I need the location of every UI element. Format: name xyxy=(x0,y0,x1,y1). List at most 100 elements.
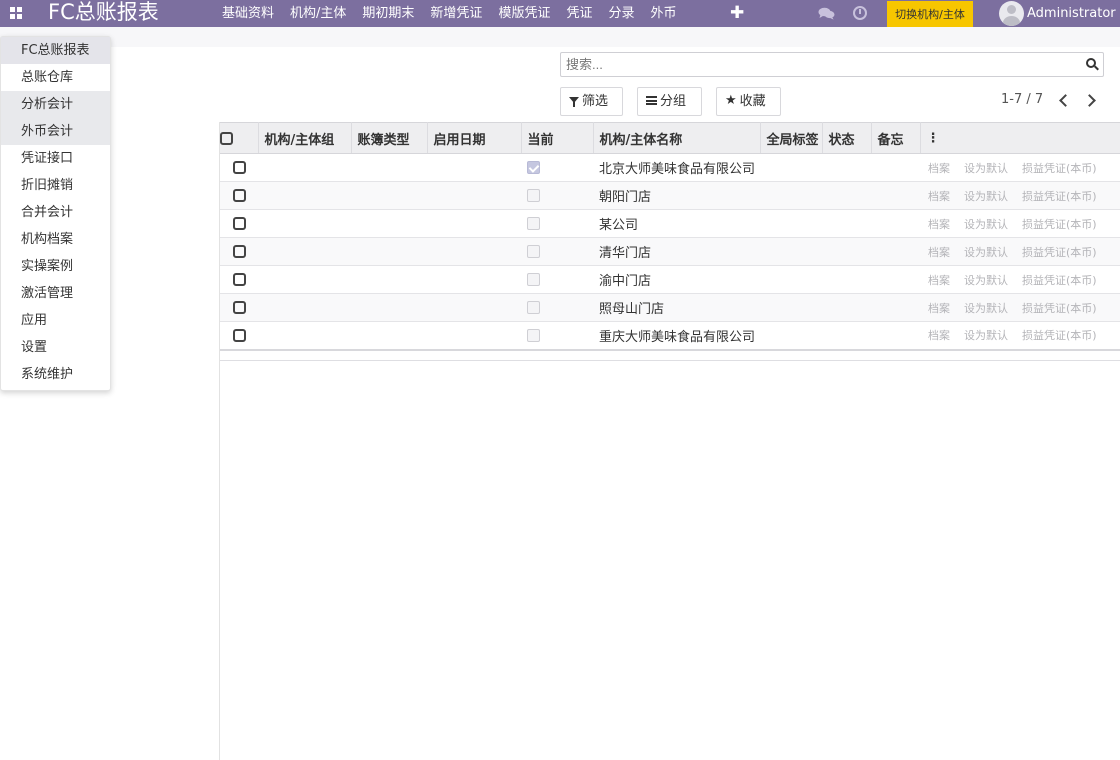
menu-item-basic-data[interactable]: 基础资料 xyxy=(214,0,282,27)
cell-current xyxy=(521,265,593,294)
row-checkbox[interactable] xyxy=(232,245,246,258)
menu-item-org-entity[interactable]: 机构/主体 xyxy=(282,0,354,27)
avatar[interactable] xyxy=(999,1,1024,26)
dropdown-item-activation[interactable]: 激活管理 xyxy=(1,280,110,307)
current-checkbox xyxy=(527,301,540,314)
plus-icon[interactable]: ✚ xyxy=(730,0,744,26)
pl-voucher-button[interactable]: 损益凭证(本币) xyxy=(1022,327,1097,343)
dropdown-item-practice-cases[interactable]: 实操案例 xyxy=(1,253,110,280)
column-header-current[interactable]: 当前 xyxy=(521,122,594,154)
menu-item-voucher[interactable]: 凭证 xyxy=(558,0,600,27)
pl-voucher-button[interactable]: 损益凭证(本币) xyxy=(1022,300,1097,316)
cell-book-type xyxy=(351,237,427,266)
archive-button[interactable]: 档案 xyxy=(928,188,950,204)
column-header-memo[interactable]: 备忘 xyxy=(871,122,921,154)
set-default-button[interactable]: 设为默认 xyxy=(964,300,1008,316)
archive-button[interactable]: 档案 xyxy=(928,272,950,288)
cell-row-actions: 档案 设为默认 损益凭证(本币) xyxy=(920,237,1120,266)
row-checkbox[interactable] xyxy=(232,217,246,230)
search-icon[interactable] xyxy=(1086,58,1099,71)
dropdown-item-settings[interactable]: 设置 xyxy=(1,334,110,361)
archive-button[interactable]: 档案 xyxy=(928,216,950,232)
cell-row-actions: 档案 设为默认 损益凭证(本币) xyxy=(920,265,1120,294)
cell-book-type xyxy=(351,153,427,182)
pl-voucher-button[interactable]: 损益凭证(本币) xyxy=(1022,188,1097,204)
archive-button[interactable]: 档案 xyxy=(928,327,950,343)
pl-voucher-button[interactable]: 损益凭证(本币) xyxy=(1022,216,1097,232)
table-bottom-border xyxy=(220,360,1120,361)
column-header-global-tags[interactable]: 全局标签 xyxy=(760,122,823,154)
row-select-cell xyxy=(220,237,258,266)
clock-icon[interactable] xyxy=(853,6,867,20)
dropdown-item-system-maintenance[interactable]: 系统维护 xyxy=(1,361,110,388)
menu-item-new-voucher[interactable]: 新增凭证 xyxy=(422,0,490,27)
column-header-org-group[interactable]: 机构/主体组 xyxy=(258,122,352,154)
cell-start-date xyxy=(427,209,521,238)
chevron-left-icon[interactable] xyxy=(1055,92,1071,108)
cell-entity-name: 清华门店 xyxy=(593,237,760,266)
cell-status xyxy=(822,153,871,182)
table-row[interactable]: 北京大师美味食品有限公司 档案 设为默认 损益凭证(本币) xyxy=(220,153,1120,182)
pl-voucher-button[interactable]: 损益凭证(本币) xyxy=(1022,160,1097,176)
row-select-cell xyxy=(220,321,258,351)
row-checkbox[interactable] xyxy=(232,273,246,286)
archive-button[interactable]: 档案 xyxy=(928,160,950,176)
menu-item-template-voucher[interactable]: 模版凭证 xyxy=(490,0,558,27)
app-brand-title[interactable]: FC总账报表 xyxy=(48,0,159,26)
table-row[interactable]: 渝中门店 档案 设为默认 损益凭证(本币) xyxy=(220,265,1120,294)
cell-row-actions: 档案 设为默认 损益凭证(本币) xyxy=(920,293,1120,322)
archive-button[interactable]: 档案 xyxy=(928,244,950,260)
dropdown-item-fc-report[interactable]: FC总账报表 xyxy=(1,37,110,64)
row-checkbox[interactable] xyxy=(232,301,246,314)
column-header-start-date[interactable]: 启用日期 xyxy=(427,122,522,154)
dropdown-item-org-archive[interactable]: 机构档案 xyxy=(1,226,110,253)
pager-value[interactable]: 1-7 / 7 xyxy=(1001,88,1043,112)
dropdown-item-ledger-warehouse[interactable]: 总账仓库 xyxy=(1,64,110,91)
row-checkbox[interactable] xyxy=(232,328,246,342)
apps-grid-icon[interactable] xyxy=(10,7,23,20)
search-input[interactable] xyxy=(561,53,1081,76)
row-checkbox[interactable] xyxy=(232,189,246,202)
column-options-icon[interactable]: ⋮ xyxy=(920,122,1120,154)
set-default-button[interactable]: 设为默认 xyxy=(964,272,1008,288)
pl-voucher-button[interactable]: 损益凭证(本币) xyxy=(1022,244,1097,260)
archive-button[interactable]: 档案 xyxy=(928,300,950,316)
menu-item-foreign-currency[interactable]: 外币 xyxy=(642,0,684,27)
menu-item-period[interactable]: 期初期末 xyxy=(354,0,422,27)
user-name[interactable]: Administrator xyxy=(1027,0,1116,27)
pl-voucher-button[interactable]: 损益凭证(本币) xyxy=(1022,272,1097,288)
set-default-button[interactable]: 设为默认 xyxy=(964,327,1008,343)
dropdown-item-foreign-accounting[interactable]: 外币会计 xyxy=(1,118,110,145)
column-header-book-type[interactable]: 账簿类型 xyxy=(351,122,428,154)
cell-status xyxy=(822,181,871,210)
group-by-button[interactable]: 分组 xyxy=(637,87,702,116)
switch-entity-button[interactable]: 切换机构/主体 xyxy=(887,1,973,28)
row-select-cell xyxy=(220,265,258,294)
table-row[interactable]: 某公司 档案 设为默认 损益凭证(本币) xyxy=(220,209,1120,238)
favorites-button[interactable]: ★ 收藏 xyxy=(716,87,781,116)
dropdown-item-consolidation[interactable]: 合并会计 xyxy=(1,199,110,226)
row-checkbox[interactable] xyxy=(232,161,246,174)
set-default-button[interactable]: 设为默认 xyxy=(964,244,1008,260)
table-row[interactable]: 清华门店 档案 设为默认 损益凭证(本币) xyxy=(220,237,1120,266)
column-header-entity-name[interactable]: 机构/主体名称 xyxy=(593,122,761,154)
dropdown-item-analytic-accounting[interactable]: 分析会计 xyxy=(1,91,110,118)
favorites-label: 收藏 xyxy=(739,94,766,109)
entity-list-table: 机构/主体组 账簿类型 启用日期 当前 机构/主体名称 全局标签 状态 备忘 ⋮… xyxy=(220,122,1120,351)
dropdown-item-apps[interactable]: 应用 xyxy=(1,307,110,334)
set-default-button[interactable]: 设为默认 xyxy=(964,160,1008,176)
column-header-status[interactable]: 状态 xyxy=(822,122,872,154)
menu-item-entries[interactable]: 分录 xyxy=(600,0,642,27)
table-row[interactable]: 重庆大师美味食品有限公司 档案 设为默认 损益凭证(本币) xyxy=(220,321,1120,351)
dropdown-item-depreciation[interactable]: 折旧摊销 xyxy=(1,172,110,199)
chat-icon[interactable] xyxy=(818,7,835,20)
set-default-button[interactable]: 设为默认 xyxy=(964,188,1008,204)
chevron-right-icon[interactable] xyxy=(1083,92,1099,108)
cell-entity-name: 某公司 xyxy=(593,209,760,238)
select-all-checkbox[interactable] xyxy=(220,131,233,145)
filter-button[interactable]: 筛选 xyxy=(560,87,623,116)
set-default-button[interactable]: 设为默认 xyxy=(964,216,1008,232)
table-row[interactable]: 照母山门店 档案 设为默认 损益凭证(本币) xyxy=(220,293,1120,322)
dropdown-item-voucher-interface[interactable]: 凭证接口 xyxy=(1,145,110,172)
table-row[interactable]: 朝阳门店 档案 设为默认 损益凭证(本币) xyxy=(220,181,1120,210)
